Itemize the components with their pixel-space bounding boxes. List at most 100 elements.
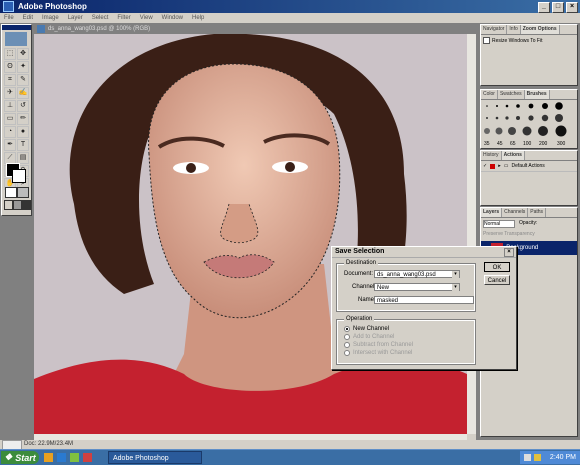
document-title: ds_anna_wang03.psd @ 100% (RGB) — [48, 26, 151, 32]
quick-launch-icon-4[interactable] — [83, 453, 92, 462]
background-color-swatch[interactable] — [12, 169, 26, 183]
photoshop-logo-icon[interactable] — [5, 32, 27, 46]
crop-tool-icon[interactable]: ⌗ — [4, 74, 16, 86]
ok-button[interactable]: OK — [484, 262, 510, 272]
opacity-label: Opacity: — [519, 220, 538, 226]
brush-size-35: 35 — [484, 141, 490, 147]
document-title-bar[interactable]: ds_anna_wang03.psd @ 100% (RGB) — [34, 24, 476, 34]
app-title-bar: Adobe Photoshop _ □ × — [0, 0, 580, 13]
slice-tool-icon[interactable]: ✎ — [17, 74, 29, 86]
status-bar: Doc: 22.9M/23.4M — [0, 440, 580, 450]
cancel-button[interactable]: Cancel — [484, 275, 510, 285]
document-select[interactable]: ds_anna_wang03.psd ▾ — [374, 270, 460, 278]
quick-mask-mode-icon[interactable] — [17, 187, 29, 198]
menu-window[interactable]: Window — [162, 15, 183, 21]
menu-file[interactable]: File — [4, 15, 14, 21]
name-input[interactable]: masked — [374, 296, 474, 304]
history-brush-tool-icon[interactable]: ↺ — [17, 100, 29, 112]
brush-size-65: 65 — [510, 141, 516, 147]
tab-zoom-options[interactable]: Zoom Options — [520, 25, 560, 34]
menu-bar: File Edit Image Layer Select Filter View… — [0, 13, 580, 23]
stamp-tool-icon[interactable]: ⊥ — [4, 100, 16, 112]
lasso-tool-icon[interactable]: ʘ — [4, 61, 16, 73]
marquee-tool-icon[interactable]: ⬚ — [4, 48, 16, 60]
menu-view[interactable]: View — [140, 15, 153, 21]
radio-icon — [344, 334, 350, 340]
radio-add-to-channel-label: Add to Channel — [353, 334, 395, 340]
brush-size-200: 200 — [539, 141, 548, 147]
tab-paths[interactable]: Paths — [528, 208, 547, 217]
eraser-tool-icon[interactable]: ▭ — [4, 113, 16, 125]
menu-layer[interactable]: Layer — [68, 15, 83, 21]
tray-icon-1[interactable] — [524, 454, 531, 461]
standard-mode-icon[interactable] — [5, 187, 17, 198]
tab-info[interactable]: Info — [507, 25, 521, 34]
action-set-label: Default Actions — [511, 163, 545, 169]
action-set-row[interactable]: ✓ ▸ ▭ Default Actions — [481, 161, 577, 172]
pencil-tool-icon[interactable]: ✏ — [17, 113, 29, 125]
menu-select[interactable]: Select — [92, 15, 109, 21]
blend-mode-select[interactable]: Normal — [483, 220, 515, 228]
preserve-transparency-label[interactable]: Preserve Transparency — [481, 230, 577, 238]
start-button[interactable]: ❖ Start — [1, 451, 39, 464]
tab-swatches[interactable]: Swatches — [498, 90, 525, 99]
navigator-palette: Navigator Info Zoom Options Resize Windo… — [480, 24, 578, 86]
image-canvas[interactable] — [34, 34, 467, 434]
paintbrush-tool-icon[interactable]: ✍ — [17, 87, 29, 99]
tab-brushes[interactable]: Brushes — [524, 90, 550, 99]
checkmark-icon: ✓ — [483, 163, 488, 169]
doc-size-readout: Doc: 22.9M/23.4M — [24, 441, 74, 447]
move-tool-icon[interactable]: ✥ — [17, 48, 29, 60]
radio-intersect-with-channel: Intersect with Channel — [344, 350, 412, 356]
quick-launch-icon-3[interactable] — [70, 453, 79, 462]
blur-tool-icon[interactable]: ◔ — [4, 126, 16, 138]
screen-mode-full-menu-icon[interactable] — [13, 200, 22, 210]
maximize-button[interactable]: □ — [552, 2, 564, 13]
system-tray: 2:40 PM — [520, 451, 580, 464]
clock-time: 2:40 PM — [549, 454, 576, 461]
radio-add-to-channel: Add to Channel — [344, 334, 394, 340]
tab-actions[interactable]: Actions — [501, 151, 525, 160]
chevron-down-icon: ▾ — [452, 284, 459, 291]
taskbar-photoshop-button[interactable]: Adobe Photoshop — [108, 451, 202, 464]
quick-launch-icon-1[interactable] — [44, 453, 53, 462]
tab-history[interactable]: History — [481, 151, 502, 160]
channel-select-value: New — [377, 285, 390, 291]
dialog-title-bar: Save Selection × — [332, 247, 516, 258]
tab-navigator[interactable]: Navigator — [481, 25, 508, 34]
tab-channels[interactable]: Channels — [502, 208, 529, 217]
radio-new-channel[interactable]: New Channel — [344, 326, 389, 332]
airbrush-tool-icon[interactable]: ✈ — [4, 87, 16, 99]
menu-image[interactable]: Image — [42, 15, 59, 21]
type-tool-icon[interactable]: T — [17, 139, 29, 151]
resize-windows-checkbox[interactable] — [483, 37, 490, 44]
document-label: Document: — [344, 271, 374, 277]
radio-icon — [344, 342, 350, 348]
tab-layers[interactable]: Layers — [481, 208, 503, 217]
dialog-toggle-icon[interactable] — [490, 163, 496, 169]
dodge-tool-icon[interactable]: ● — [17, 126, 29, 138]
screen-mode-standard-icon[interactable] — [4, 200, 13, 210]
magic-wand-tool-icon[interactable]: ✦ — [17, 61, 29, 73]
menu-filter[interactable]: Filter — [117, 15, 130, 21]
close-button[interactable]: × — [566, 2, 578, 13]
radio-icon — [344, 350, 350, 356]
minimize-button[interactable]: _ — [538, 2, 550, 13]
channel-label: Channel: — [352, 284, 377, 290]
pen-tool-icon[interactable]: ✒ — [4, 139, 16, 151]
expand-arrow-icon[interactable]: ▸ — [498, 163, 501, 169]
resize-windows-label: Resize Windows To Fit — [492, 37, 543, 44]
menu-help[interactable]: Help — [192, 15, 204, 21]
photoshop-icon — [3, 1, 14, 12]
screen-mode-full-icon[interactable] — [22, 200, 31, 210]
brush-presets-grid[interactable]: 35 45 65 100 200 300 — [481, 100, 577, 148]
dialog-close-icon[interactable]: × — [504, 248, 514, 257]
menu-edit[interactable]: Edit — [23, 15, 33, 21]
chevron-down-icon: ▾ — [452, 271, 459, 278]
taskbar: ❖ Start Adobe Photoshop 2:40 PM — [0, 449, 580, 465]
vertical-scrollbar[interactable] — [467, 34, 476, 434]
quick-launch-icon-2[interactable] — [57, 453, 66, 462]
tray-icon-2[interactable] — [534, 454, 541, 461]
tab-color[interactable]: Color — [481, 90, 498, 99]
channel-select[interactable]: New ▾ — [374, 283, 460, 291]
